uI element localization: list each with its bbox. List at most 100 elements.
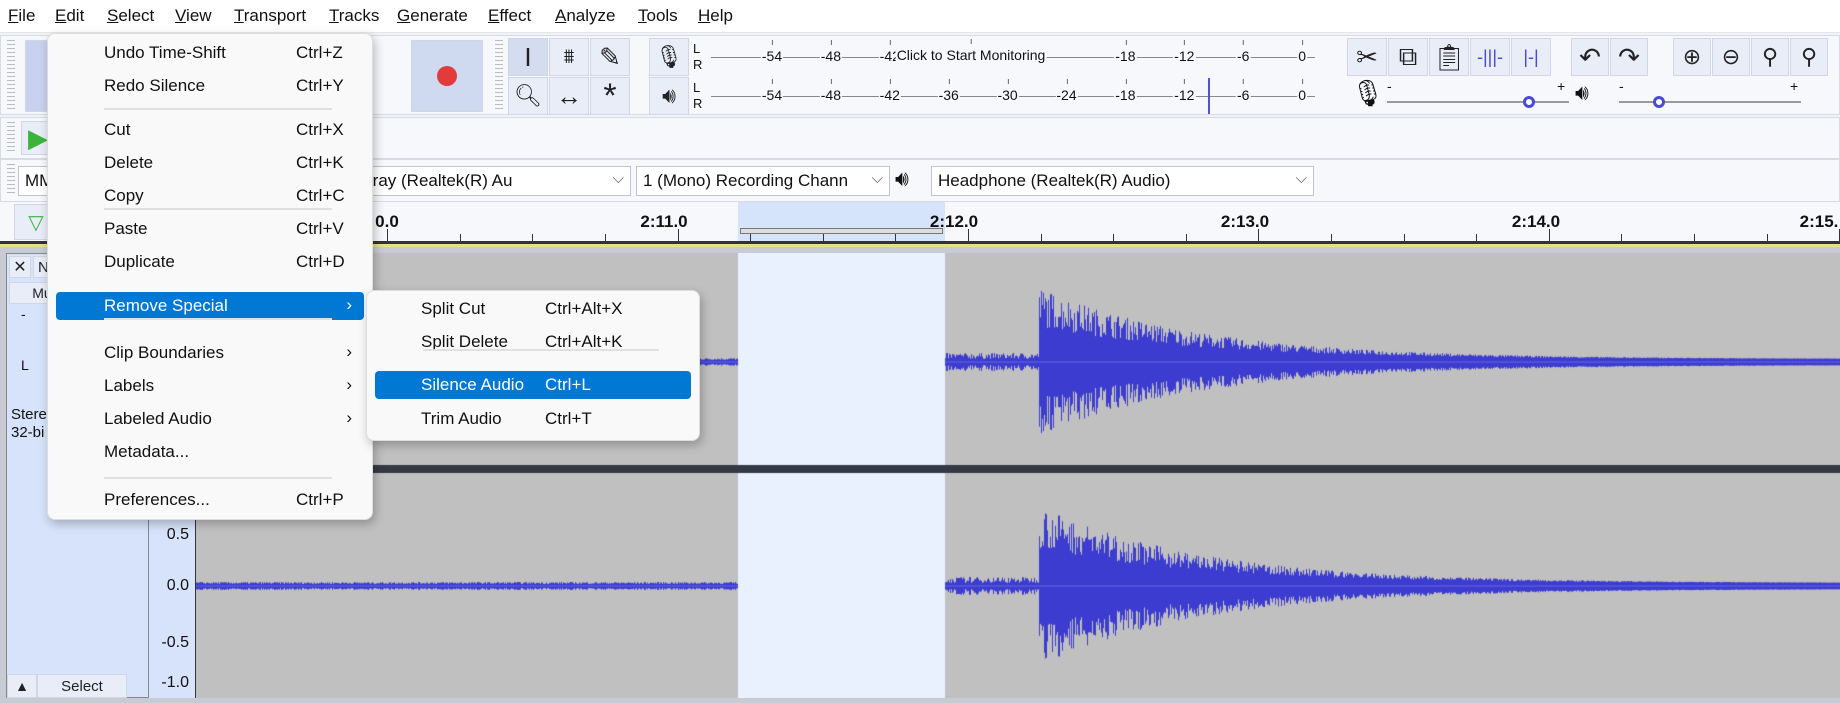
menu-item-delete[interactable]: Delete Ctrl+K	[56, 149, 364, 177]
pan-slider[interactable]: L	[21, 357, 29, 373]
record-icon	[437, 66, 457, 86]
recording-channels-select[interactable]: 1 (Mono) Recording Chann ⌵	[636, 166, 890, 196]
close-icon: ✕	[13, 259, 27, 276]
play-meter-button[interactable]: 🔊︎	[649, 77, 689, 115]
silence-icon: |-|	[1523, 46, 1539, 67]
menu-item-preferences[interactable]: Preferences... Ctrl+P	[56, 486, 364, 514]
menu-item-labels[interactable]: Labels ›	[56, 372, 364, 400]
menu-file[interactable]: File	[8, 6, 35, 26]
collapse-track-button[interactable]: ▲	[7, 674, 37, 698]
time-shift-tool[interactable]: ↔	[549, 77, 589, 115]
toolbar-grip[interactable]	[7, 40, 15, 110]
ruler-tick	[459, 234, 461, 241]
copy-button[interactable]: ⧉	[1388, 38, 1428, 76]
multi-tool[interactable]: *	[590, 77, 630, 115]
scissors-icon: ✂	[1356, 41, 1378, 72]
menu-generate[interactable]: Generate	[397, 6, 468, 26]
slider-knob[interactable]	[1653, 96, 1666, 108]
menu-item-redo-silence[interactable]: Redo Silence Ctrl+Y	[56, 72, 364, 100]
menu-effect[interactable]: Effect	[488, 6, 531, 26]
menu-item-label: Redo Silence	[104, 76, 206, 95]
fit-project-button[interactable]: ⚲	[1790, 38, 1828, 76]
close-track-button[interactable]: ✕	[9, 256, 31, 278]
copy-icon: ⧉	[1398, 41, 1418, 71]
menu-item-duplicate[interactable]: Duplicate Ctrl+D	[56, 248, 364, 276]
meter-tick: -48	[819, 79, 843, 103]
trim-icon: -|||-	[1476, 46, 1503, 67]
draw-tool[interactable]: ✎	[590, 38, 630, 76]
ruler-tick	[968, 229, 969, 241]
record-volume-slider[interactable]	[1387, 96, 1569, 108]
play-region-bar[interactable]	[740, 228, 943, 234]
menu-item-label: Paste	[104, 219, 148, 238]
menu-transport[interactable]: Transport	[234, 6, 306, 26]
zoom-tool[interactable]: 🔍︎	[508, 77, 548, 115]
start-monitoring-button[interactable]: Click to Start Monitoring	[895, 39, 1047, 63]
menu-item-split-cut[interactable]: Split Cut Ctrl+Alt+X	[375, 295, 691, 323]
menu-item-metadata[interactable]: Metadata...	[56, 438, 364, 466]
record-meter[interactable]: -54 -48 -42 -18 -12 -6 0 Click to Start Monitor…	[711, 39, 1315, 75]
trim-button[interactable]: -|||-	[1470, 38, 1510, 76]
menu-item-paste[interactable]: Paste Ctrl+V	[56, 215, 364, 243]
menu-item-undo-time-shift[interactable]: Undo Time-Shift Ctrl+Z	[56, 39, 364, 67]
toolbar-grip[interactable]	[7, 122, 15, 154]
toolbar-grip[interactable]	[7, 164, 15, 196]
menu-tracks[interactable]: Tracks	[329, 6, 379, 26]
record-meter-button[interactable]: 🎙︎	[649, 38, 689, 76]
shortcut-label: Ctrl+X	[296, 120, 344, 139]
gain-slider[interactable]: -	[21, 306, 26, 322]
recording-device-select[interactable]: rray (Realtek(R) Au ⌵	[360, 166, 631, 196]
envelope-tool[interactable]: ⩩	[549, 38, 589, 76]
playback-volume-slider[interactable]	[1619, 96, 1801, 108]
zoom-in-button[interactable]: ⊕	[1673, 38, 1711, 76]
shortcut-label: Ctrl+L	[545, 375, 591, 394]
menu-select[interactable]: Select	[107, 6, 154, 26]
menu-item-labeled-audio[interactable]: Labeled Audio ›	[56, 405, 364, 433]
cut-button[interactable]: ✂	[1347, 38, 1387, 76]
ruler-tick	[895, 234, 897, 241]
redo-button[interactable]: ↷	[1610, 38, 1648, 76]
record-button[interactable]	[411, 40, 483, 112]
triangle-up-icon: ▲	[15, 678, 29, 694]
ruler-tick	[1185, 234, 1187, 241]
undo-button[interactable]: ↶	[1571, 38, 1609, 76]
zoom-out-button[interactable]: ⊖	[1712, 38, 1750, 76]
select-track-button[interactable]: Select	[37, 674, 127, 698]
speaker-icon: 🔊︎	[662, 83, 676, 108]
playback-device-select[interactable]: Headphone (Realtek(R) Audio) ⌵	[931, 166, 1314, 196]
menu-item-label: Labels	[104, 376, 155, 395]
menu-item-silence-audio[interactable]: Silence Audio Ctrl+L	[375, 371, 691, 399]
meter-tick: -6	[1235, 79, 1251, 103]
menu-edit[interactable]: Edit	[55, 6, 84, 26]
silence-button[interactable]: |-|	[1511, 38, 1551, 76]
menu-item-label: Cut	[104, 120, 131, 139]
menu-item-label: Silence Audio	[421, 375, 525, 394]
i-beam-icon: I	[524, 41, 532, 72]
ruler-tick	[1258, 229, 1260, 241]
tools-grip[interactable]	[495, 40, 503, 110]
ruler-tick	[1476, 234, 1478, 241]
menu-analyze[interactable]: Analyze	[555, 6, 615, 26]
ruler-tick	[605, 234, 606, 241]
menu-help[interactable]: Help	[698, 6, 733, 26]
microphone-icon: 🎙︎	[1351, 78, 1385, 108]
left-channel-label: L	[693, 80, 701, 95]
menu-item-copy[interactable]: Copy Ctrl+C	[56, 182, 364, 210]
ruler-tick	[822, 234, 824, 241]
selection-tool[interactable]: I	[508, 38, 548, 76]
menu-item-clip-boundaries[interactable]: Clip Boundaries ›	[56, 339, 364, 367]
asterisk-icon: *	[603, 76, 617, 115]
menu-view[interactable]: View	[175, 6, 212, 26]
shortcut-label: Ctrl+P	[296, 490, 344, 509]
menu-item-trim-audio[interactable]: Trim Audio Ctrl+T	[375, 405, 691, 433]
fit-selection-button[interactable]: ⚲	[1751, 38, 1789, 76]
menu-tools[interactable]: Tools	[638, 6, 678, 26]
menu-item-split-delete[interactable]: Split Delete Ctrl+Alt+K	[375, 328, 691, 356]
menu-item-cut[interactable]: Cut Ctrl+X	[56, 116, 364, 144]
paste-button[interactable]: 📋︎	[1429, 38, 1469, 76]
ruler-tick	[1403, 234, 1405, 241]
slider-knob[interactable]	[1522, 96, 1535, 108]
slider-max-label: +	[1790, 78, 1799, 94]
menu-item-remove-special[interactable]: Remove Special ›	[56, 292, 364, 320]
playback-meter[interactable]: -54 -48 -42 -36 -30 -24 -18 -12 -6 0	[711, 78, 1315, 114]
